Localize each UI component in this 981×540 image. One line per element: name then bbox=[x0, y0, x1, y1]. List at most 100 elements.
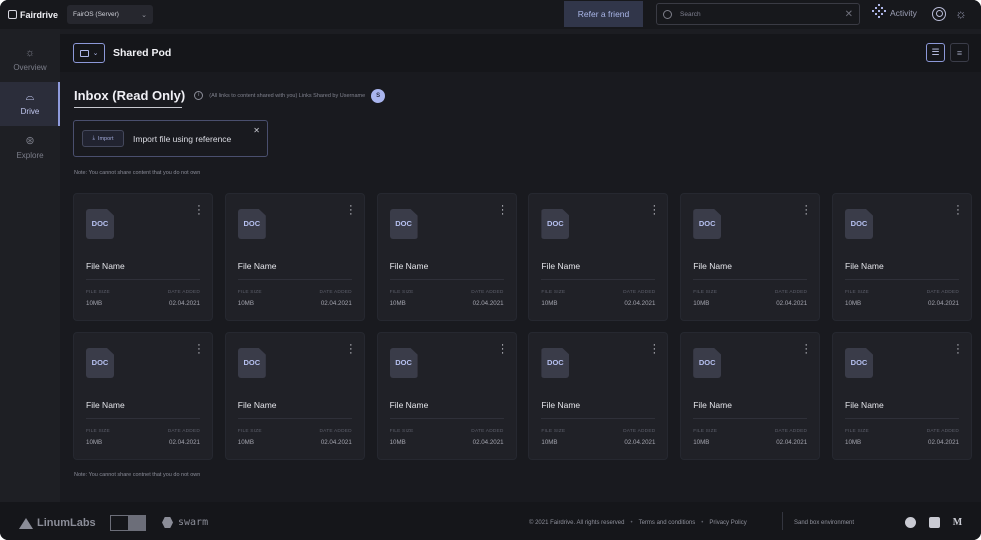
activity-label: Activity bbox=[890, 7, 917, 18]
file-card[interactable]: DOC · · · File Name FILE SIZE DATE ADDED 10MB 02… bbox=[528, 332, 669, 460]
activity-icon bbox=[871, 4, 886, 19]
more-options-icon[interactable]: · · · bbox=[803, 340, 809, 359]
file-card[interactable]: DOC · · · File Name FILE SIZE DATE ADDED 10MB 02… bbox=[224, 193, 365, 321]
document-icon: DOC bbox=[693, 348, 722, 378]
refer-friend-button[interactable]: Refer a friend bbox=[564, 1, 643, 27]
medium-icon[interactable]: M bbox=[952, 517, 963, 528]
file-size-label: FILE SIZE bbox=[845, 429, 869, 434]
more-options-icon[interactable]: · · · bbox=[955, 340, 961, 359]
file-card[interactable]: DOC · · · File Name FILE SIZE DATE ADDED 10MB 02… bbox=[528, 193, 669, 321]
file-name: File Name bbox=[541, 261, 581, 271]
file-card[interactable]: DOC · · · File Name FILE SIZE DATE ADDED 10MB 02… bbox=[832, 332, 972, 460]
list-view-button[interactable]: ☰ bbox=[926, 43, 945, 62]
card-divider bbox=[541, 418, 656, 419]
file-name: File Name bbox=[693, 261, 732, 271]
file-card[interactable]: DOC · · · File Name FILE SIZE DATE ADDED 10MB 02… bbox=[680, 332, 821, 460]
close-icon[interactable]: ✕ bbox=[845, 9, 853, 20]
card-divider bbox=[86, 418, 200, 419]
file-type: DOC bbox=[698, 219, 716, 228]
sort-button[interactable]: ≡ bbox=[950, 43, 969, 62]
document-icon: DOC bbox=[541, 348, 570, 378]
file-type: DOC bbox=[395, 219, 412, 228]
search-input[interactable] bbox=[680, 10, 837, 18]
more-options-icon[interactable]: · · · bbox=[803, 201, 809, 220]
compass-icon: ⊛ bbox=[25, 135, 35, 147]
file-card[interactable]: DOC · · · File Name FILE SIZE DATE ADDED 10MB 02… bbox=[680, 193, 821, 321]
sidebar-item-overview[interactable]: ☼ Overview bbox=[0, 38, 60, 82]
theme-toggle-icon[interactable]: ☼ bbox=[954, 7, 968, 21]
file-card[interactable]: DOC · · · File Name FILE SIZE DATE ADDED 10MB 02… bbox=[73, 332, 213, 460]
list-icon: ☰ bbox=[931, 47, 940, 57]
footer-links: © 2021 Fairdrive. All rights reserved • … bbox=[529, 520, 747, 526]
footer-divider bbox=[782, 512, 783, 530]
file-size-label: FILE SIZE bbox=[389, 290, 414, 295]
date-added-value: 02.04.2021 bbox=[320, 439, 352, 446]
file-type: DOC bbox=[91, 219, 109, 228]
more-options-icon[interactable]: · · · bbox=[500, 340, 506, 359]
file-size-value: 10MB bbox=[693, 439, 710, 446]
file-card[interactable]: DOC · · · File Name FILE SIZE DATE ADDED 10MB 02… bbox=[73, 193, 213, 321]
more-options-icon[interactable]: · · · bbox=[651, 340, 657, 359]
file-type: DOC bbox=[850, 358, 868, 367]
linumlabs-logo[interactable]: LinumLabs bbox=[19, 517, 96, 529]
file-size-label: FILE SIZE bbox=[237, 429, 262, 434]
more-options-icon[interactable]: · · · bbox=[196, 201, 202, 220]
import-button-label: Import bbox=[97, 135, 114, 142]
file-type: DOC bbox=[547, 219, 564, 228]
more-options-icon[interactable]: · · · bbox=[500, 201, 506, 220]
sidebar-item-explore[interactable]: ⊛ Explore bbox=[0, 126, 60, 170]
file-name: File Name bbox=[237, 261, 277, 271]
file-card[interactable]: DOC · · · File Name FILE SIZE DATE ADDED 10MB 02… bbox=[832, 193, 972, 321]
sidebar-item-label: Drive bbox=[20, 107, 40, 116]
more-options-icon[interactable]: · · · bbox=[196, 340, 202, 359]
file-type: DOC bbox=[547, 358, 564, 367]
file-card[interactable]: DOC · · · File Name FILE SIZE DATE ADDED 10MB 02… bbox=[376, 193, 517, 321]
date-added-label: DATE ADDED bbox=[926, 290, 959, 295]
file-card[interactable]: DOC · · · File Name FILE SIZE DATE ADDED 10MB 02… bbox=[376, 332, 517, 460]
file-name: File Name bbox=[389, 400, 429, 410]
file-size-label: FILE SIZE bbox=[693, 429, 718, 434]
sandbox-label: Sand box environment bbox=[794, 520, 855, 526]
folder-icon bbox=[79, 49, 89, 57]
import-button[interactable]: ⤓ Import bbox=[82, 130, 124, 147]
activity-button[interactable]: Activity bbox=[871, 4, 917, 19]
github-icon[interactable] bbox=[905, 517, 916, 528]
discord-icon[interactable] bbox=[929, 517, 940, 528]
server-select-value: FairOS (Server) bbox=[73, 11, 119, 18]
fairdrive-logo[interactable]: Fairdrive bbox=[8, 10, 58, 20]
info-icon[interactable]: i bbox=[194, 91, 204, 100]
inbox-description: (All links to content shared with you) L… bbox=[209, 92, 366, 99]
file-card[interactable]: DOC · · · File Name FILE SIZE DATE ADDED 10MB 02… bbox=[224, 332, 365, 460]
card-divider bbox=[86, 279, 200, 280]
logo-text: Fairdrive bbox=[20, 9, 59, 20]
document-icon: DOC bbox=[237, 348, 266, 378]
date-added-label: DATE ADDED bbox=[623, 290, 656, 295]
avatar[interactable]: S bbox=[371, 88, 386, 103]
more-options-icon[interactable]: · · · bbox=[348, 340, 354, 359]
import-label: Import file using reference bbox=[133, 133, 232, 144]
date-added-value: 02.04.2021 bbox=[776, 439, 808, 446]
close-icon[interactable]: ✕ bbox=[253, 126, 260, 135]
date-added-value: 02.04.2021 bbox=[169, 439, 200, 446]
privacy-link[interactable]: Privacy Policy bbox=[709, 520, 746, 526]
user-icon[interactable] bbox=[932, 7, 946, 21]
server-select[interactable]: FairOS (Server) ⌄ bbox=[67, 5, 154, 24]
swarm-logo[interactable]: swarm bbox=[162, 517, 208, 528]
date-added-label: DATE ADDED bbox=[774, 290, 808, 295]
ownership-note: Note: You cannot share contnet that you … bbox=[74, 472, 201, 478]
pod-select-button[interactable]: ⌄ bbox=[73, 43, 105, 63]
more-options-icon[interactable]: · · · bbox=[348, 201, 354, 220]
app-window: Fairdrive FairOS (Server) ⌄ Refer a frie… bbox=[0, 0, 981, 540]
file-size-label: FILE SIZE bbox=[86, 290, 110, 295]
more-options-icon[interactable]: · · · bbox=[651, 201, 657, 220]
sun-icon: ☼ bbox=[24, 47, 36, 59]
file-size-label: FILE SIZE bbox=[541, 290, 566, 295]
terms-link[interactable]: Terms and conditions bbox=[639, 520, 696, 526]
search-bar[interactable]: ✕ bbox=[656, 3, 860, 25]
document-icon: DOC bbox=[541, 209, 570, 239]
sidebar-item-drive[interactable]: ⌓ Drive bbox=[0, 82, 60, 126]
file-size-value: 10MB bbox=[237, 439, 254, 446]
file-type: DOC bbox=[698, 358, 716, 367]
card-divider bbox=[693, 279, 808, 280]
more-options-icon[interactable]: · · · bbox=[955, 201, 961, 220]
